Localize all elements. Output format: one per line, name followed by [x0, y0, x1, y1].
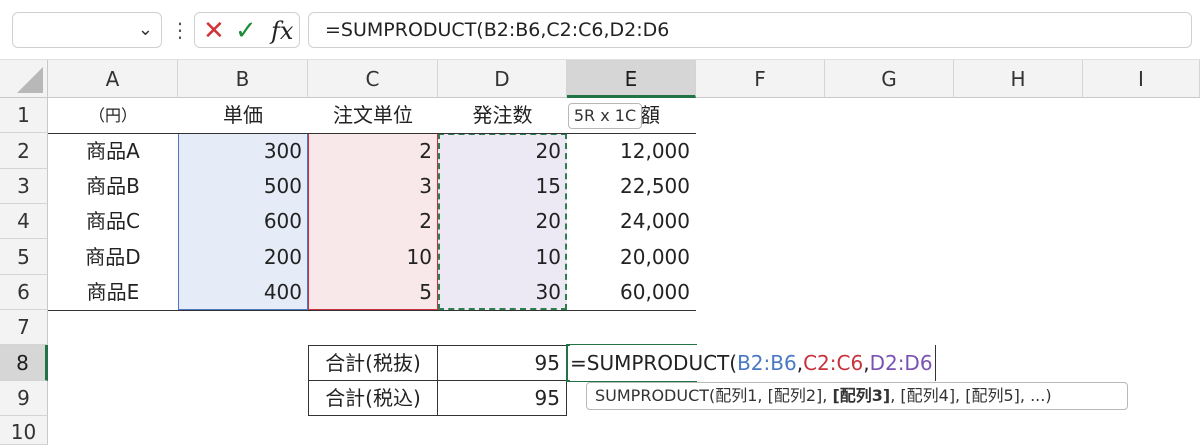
- row-header-7[interactable]: 7: [0, 310, 48, 345]
- column-header-g[interactable]: G: [825, 60, 954, 98]
- chevron-down-icon[interactable]: ⌄: [138, 19, 153, 40]
- name-box[interactable]: ⌄: [12, 12, 162, 48]
- header-cell-d1[interactable]: 発注数: [438, 98, 567, 133]
- product-name-cell[interactable]: 商品E: [48, 275, 178, 310]
- row-header-9[interactable]: 9: [0, 381, 48, 416]
- active-cell-editor[interactable]: =SUMPRODUCT(B2:B6,C2:C6,D2:D6: [570, 345, 936, 381]
- amount-cell[interactable]: 60,000: [567, 275, 696, 310]
- row-header-5[interactable]: 5: [0, 239, 48, 275]
- summary-value-cell[interactable]: 95: [437, 345, 567, 381]
- formula-prefix: =SUMPRODUCT(: [570, 351, 738, 375]
- formula-input[interactable]: =SUMPRODUCT(B2:B6,C2:C6,D2:D6: [308, 12, 1192, 48]
- column-header-f[interactable]: F: [696, 60, 825, 98]
- unit-cell[interactable]: 2: [308, 133, 438, 169]
- price-cell[interactable]: 500: [178, 169, 308, 204]
- row-header-2[interactable]: 2: [0, 133, 48, 169]
- unit-cell[interactable]: 5: [308, 275, 438, 310]
- formula-buttons: ✕ ✓ fx: [194, 12, 300, 48]
- row-header-3[interactable]: 3: [0, 169, 48, 204]
- column-header-e[interactable]: E: [567, 60, 696, 98]
- unit-cell[interactable]: 2: [308, 204, 438, 239]
- row-header-10[interactable]: 10: [0, 416, 48, 445]
- function-args-post: , [配列4], [配列5], ...): [890, 386, 1052, 405]
- enter-icon[interactable]: ✓: [235, 15, 257, 47]
- qty-cell[interactable]: 30: [438, 275, 567, 310]
- cancel-icon[interactable]: ✕: [203, 15, 225, 47]
- qty-cell[interactable]: 10: [438, 239, 567, 275]
- price-cell[interactable]: 200: [178, 239, 308, 275]
- insert-function-icon[interactable]: fx: [271, 15, 293, 47]
- qty-cell[interactable]: 20: [438, 133, 567, 169]
- column-header-a[interactable]: A: [48, 60, 178, 98]
- row-header-6[interactable]: 6: [0, 275, 48, 310]
- header-cell-a1[interactable]: （円）: [48, 98, 178, 133]
- column-header-b[interactable]: B: [178, 60, 308, 98]
- product-name-cell[interactable]: 商品B: [48, 169, 178, 204]
- column-header-h[interactable]: H: [954, 60, 1083, 98]
- unit-cell[interactable]: 3: [308, 169, 438, 204]
- select-all-triangle-icon: [17, 67, 43, 93]
- formula-ref-b: B2:B6: [737, 351, 797, 375]
- summary-value-cell[interactable]: 95: [437, 380, 567, 416]
- column-header-c[interactable]: C: [308, 60, 438, 98]
- qty-cell[interactable]: 15: [438, 169, 567, 204]
- formula-ref-d: D2:D6: [869, 351, 933, 375]
- select-all-corner[interactable]: [0, 60, 48, 98]
- amount-cell[interactable]: 12,000: [567, 133, 696, 169]
- function-args-current: [配列3]: [832, 386, 891, 405]
- table-bottom-line: [48, 310, 696, 311]
- column-header-i[interactable]: I: [1083, 60, 1200, 98]
- qty-cell[interactable]: 20: [438, 204, 567, 239]
- amount-cell[interactable]: 24,000: [567, 204, 696, 239]
- summary-label-cell[interactable]: 合計(税込): [308, 380, 438, 416]
- product-name-cell[interactable]: 商品D: [48, 239, 178, 275]
- summary-label-cell[interactable]: 合計(税抜): [308, 345, 438, 381]
- row-header-4[interactable]: 4: [0, 204, 48, 239]
- price-cell[interactable]: 400: [178, 275, 308, 310]
- amount-cell[interactable]: 20,000: [567, 239, 696, 275]
- header-cell-b1[interactable]: 単価: [178, 98, 308, 133]
- column-header-d[interactable]: D: [438, 60, 567, 98]
- row-header-8[interactable]: 8: [0, 345, 48, 381]
- amount-cell[interactable]: 22,500: [567, 169, 696, 204]
- unit-cell[interactable]: 10: [308, 239, 438, 275]
- header-cell-e1[interactable]: 額: [640, 98, 696, 133]
- selection-size-tooltip: 5R x 1C: [568, 103, 642, 129]
- row-header-1[interactable]: 1: [0, 98, 48, 133]
- price-cell[interactable]: 300: [178, 133, 308, 169]
- function-args-pre: SUMPRODUCT(配列1, [配列2],: [595, 386, 833, 405]
- function-args-tooltip[interactable]: SUMPRODUCT(配列1, [配列2], [配列3], [配列4], [配列…: [586, 382, 1128, 410]
- product-name-cell[interactable]: 商品C: [48, 204, 178, 239]
- more-options-icon[interactable]: ⋮: [170, 12, 190, 48]
- product-name-cell[interactable]: 商品A: [48, 133, 178, 169]
- header-cell-c1[interactable]: 注文単位: [308, 98, 438, 133]
- price-cell[interactable]: 600: [178, 204, 308, 239]
- formula-ref-c: C2:C6: [803, 351, 864, 375]
